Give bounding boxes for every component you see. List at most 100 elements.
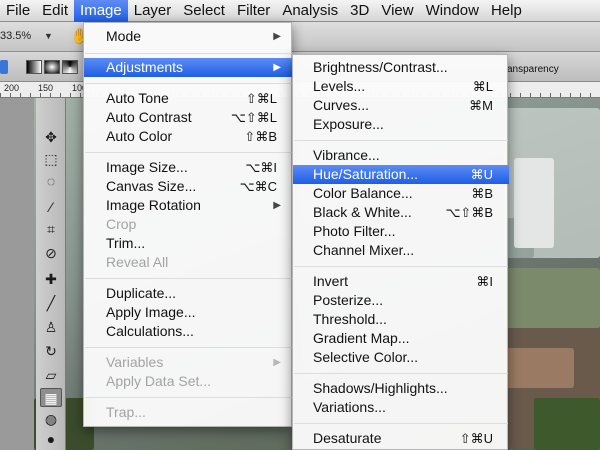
blur-tool-icon[interactable]: ◍ <box>40 410 62 429</box>
menu-separator <box>85 278 292 279</box>
menu-item-trim[interactable]: Trim... <box>84 234 293 253</box>
menu-item-auto-color[interactable]: Auto Color ⇧⌘B <box>84 127 293 146</box>
menu-item-label: Apply Image... <box>106 304 196 320</box>
menu-item-brightness-contrast[interactable]: Brightness/Contrast... <box>293 58 509 77</box>
menu-item-label: Auto Color <box>106 128 173 144</box>
menu-item-image-rotation[interactable]: Image Rotation ▶ <box>84 196 293 215</box>
menu-select[interactable]: Select <box>177 0 231 22</box>
lasso-tool-icon[interactable]: ◌ <box>40 172 62 191</box>
menu-item-threshold[interactable]: Threshold... <box>293 310 509 329</box>
menu-separator <box>85 83 292 84</box>
menu-item-label: Hue/Saturation... <box>313 166 419 182</box>
menu-item-levels[interactable]: Levels... ⌘L <box>293 77 509 96</box>
history-brush-tool-icon[interactable]: ↻ <box>40 342 62 361</box>
menu-item-variations[interactable]: Variations... <box>293 398 509 417</box>
menu-window[interactable]: Window <box>420 0 485 22</box>
menu-item-adjustments[interactable]: Adjustments ▶ <box>84 58 293 77</box>
clone-stamp-tool-icon[interactable]: ♙ <box>40 318 62 337</box>
menu-item-image-size[interactable]: Image Size... ⌥⌘I <box>84 158 293 177</box>
menubar: File Edit Image Layer Select Filter Anal… <box>0 0 600 22</box>
menu-item-variables: Variables ▶ <box>84 353 293 372</box>
crop-tool-icon[interactable]: ⌗ <box>40 220 62 239</box>
menu-edit[interactable]: Edit <box>36 0 74 22</box>
menu-item-label: Trap... <box>106 404 146 420</box>
menu-item-hue-saturation[interactable]: Hue/Saturation... ⌘U <box>293 165 509 184</box>
menu-item-auto-contrast[interactable]: Auto Contrast ⌥⇧⌘L <box>84 108 293 127</box>
menu-analysis[interactable]: Analysis <box>276 0 344 22</box>
menu-item-black-white[interactable]: Black & White... ⌥⇧⌘B <box>293 203 509 222</box>
menu-item-shortcut: ⌘I <box>476 274 493 289</box>
menu-item-color-balance[interactable]: Color Balance... ⌘B <box>293 184 509 203</box>
menu-view[interactable]: View <box>375 0 419 22</box>
angle-gradient-button[interactable] <box>62 60 78 74</box>
menu-help[interactable]: Help <box>485 0 528 22</box>
menu-item-curves[interactable]: Curves... ⌘M <box>293 96 509 115</box>
menu-item-vibrance[interactable]: Vibrance... <box>293 146 509 165</box>
zoom-level[interactable]: 33.5% <box>0 30 31 42</box>
tools-panel: ✥ ⬚ ◌ ⁄ ⌗ ⊘ ✚ ╱ ♙ ↻ ▱ ▦ ◍ ● <box>36 98 66 450</box>
menu-item-label: Channel Mixer... <box>313 242 415 258</box>
menu-item-label: Mode <box>106 28 142 44</box>
menu-filter[interactable]: Filter <box>231 0 276 22</box>
transparency-checkbox-label[interactable]: ansparency <box>507 64 559 75</box>
menu-item-shadows-highlights[interactable]: Shadows/Highlights... <box>293 379 509 398</box>
dodge-tool-icon[interactable]: ● <box>40 430 62 449</box>
menu-item-label: Posterize... <box>313 292 384 308</box>
menu-separator <box>294 423 508 424</box>
menu-item-label: Threshold... <box>313 311 387 327</box>
healing-brush-tool-icon[interactable]: ✚ <box>40 270 62 289</box>
eyedropper-tool-icon[interactable]: ⊘ <box>40 244 62 263</box>
menu-item-label: Apply Data Set... <box>106 373 212 389</box>
menu-item-label: Duplicate... <box>106 285 177 301</box>
ruler-label: 200 <box>4 83 20 93</box>
menu-item-desaturate[interactable]: Desaturate ⇧⌘U <box>293 429 509 448</box>
gradient-tool-icon[interactable]: ▦ <box>40 388 62 407</box>
menu-image[interactable]: Image <box>74 0 128 22</box>
menu-item-calculations[interactable]: Calculations... <box>84 322 293 341</box>
menu-item-mode[interactable]: Mode ▶ <box>84 27 293 46</box>
menu-item-label: Exposure... <box>313 116 384 132</box>
menu-3d[interactable]: 3D <box>344 0 375 22</box>
menu-item-label: Color Balance... <box>313 185 413 201</box>
marquee-tool-icon[interactable]: ⬚ <box>40 150 62 169</box>
menu-layer[interactable]: Layer <box>128 0 178 22</box>
menu-item-shortcut: ⌥⌘C <box>239 179 277 194</box>
menu-item-reveal-all: Reveal All <box>84 253 293 272</box>
menu-item-duplicate[interactable]: Duplicate... <box>84 284 293 303</box>
menu-item-label: Canvas Size... <box>106 178 197 194</box>
menu-item-label: Image Size... <box>106 159 188 175</box>
menu-item-gradient-map[interactable]: Gradient Map... <box>293 329 509 348</box>
menu-item-posterize[interactable]: Posterize... <box>293 291 509 310</box>
menu-item-label: Variations... <box>313 399 386 415</box>
menu-item-label: Image Rotation <box>106 197 201 213</box>
menu-item-label: Vibrance... <box>313 147 380 163</box>
move-tool-icon[interactable]: ✥ <box>40 128 62 147</box>
adjustments-submenu: Brightness/Contrast... Levels... ⌘L Curv… <box>292 54 509 450</box>
menu-item-label: Crop <box>106 216 137 232</box>
radial-gradient-button[interactable] <box>44 60 60 74</box>
menu-item-shortcut: ⌥⇧⌘L <box>230 110 277 125</box>
menu-item-canvas-size[interactable]: Canvas Size... ⌥⌘C <box>84 177 293 196</box>
menu-item-invert[interactable]: Invert ⌘I <box>293 272 509 291</box>
magic-wand-tool-icon[interactable]: ⁄ <box>40 198 62 217</box>
menu-item-shortcut: ⇧⌘U <box>459 431 493 446</box>
menu-file[interactable]: File <box>0 0 36 22</box>
image-menu: Mode ▶ Adjustments ▶ Auto Tone ⇧⌘L Auto … <box>83 22 293 427</box>
linear-gradient-button[interactable] <box>26 60 42 74</box>
tool-preset-picker[interactable] <box>0 60 8 74</box>
menu-item-label: Curves... <box>313 97 370 113</box>
brush-tool-icon[interactable]: ╱ <box>40 294 62 313</box>
menu-item-photo-filter[interactable]: Photo Filter... <box>293 222 509 241</box>
eraser-tool-icon[interactable]: ▱ <box>40 366 62 385</box>
menu-separator <box>85 347 292 348</box>
menu-item-apply-image[interactable]: Apply Image... <box>84 303 293 322</box>
menu-separator <box>85 152 292 153</box>
menu-item-channel-mixer[interactable]: Channel Mixer... <box>293 241 509 260</box>
menu-item-exposure[interactable]: Exposure... <box>293 115 509 134</box>
menu-item-label: Photo Filter... <box>313 223 396 239</box>
menu-item-auto-tone[interactable]: Auto Tone ⇧⌘L <box>84 89 293 108</box>
menu-item-crop: Crop <box>84 215 293 234</box>
menu-item-label: Desaturate <box>313 430 382 446</box>
menu-item-selective-color[interactable]: Selective Color... <box>293 348 509 367</box>
chevron-down-icon[interactable]: ▼ <box>44 31 53 41</box>
